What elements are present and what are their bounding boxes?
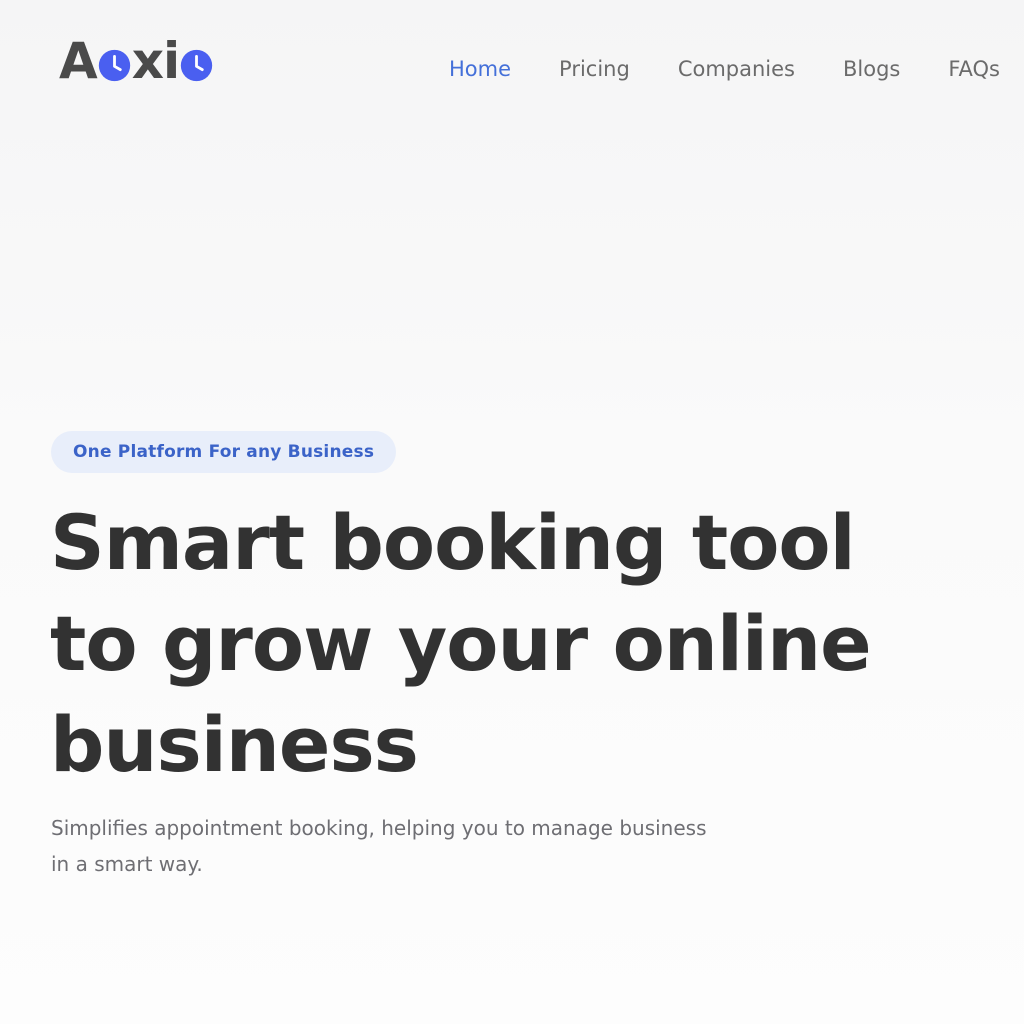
main-nav: Home Pricing Companies Blogs FAQs	[449, 55, 1000, 83]
nav-link-home[interactable]: Home	[449, 55, 511, 83]
nav-link-blogs[interactable]: Blogs	[843, 55, 900, 83]
brand-logo[interactable]: A x i	[59, 35, 214, 87]
nav-link-faqs[interactable]: FAQs	[948, 55, 1000, 83]
logo-letter-x: x	[131, 32, 164, 90]
hero-subtitle-line: in a smart way.	[51, 852, 203, 876]
logo-letter-a: A	[59, 32, 98, 90]
hero-title: Smart booking tool to grow your online b…	[50, 492, 910, 795]
site-header: A x i Home Pricing Companies Blogs FAQs	[0, 0, 1024, 130]
clock-icon	[98, 49, 131, 82]
nav-link-companies[interactable]: Companies	[678, 55, 795, 83]
badge-label: One Platform For any Business	[73, 442, 375, 462]
clock-icon	[180, 49, 213, 82]
hero-title-line: business	[50, 700, 419, 789]
logo-letter-i: i	[162, 32, 180, 90]
hero-subtitle-line: Simplifies appointment booking, helping …	[51, 816, 707, 840]
platform-badge: One Platform For any Business	[51, 431, 397, 473]
hero-subtitle: Simplifies appointment booking, helping …	[51, 810, 791, 882]
hero-title-line: Smart booking tool	[50, 498, 856, 587]
nav-link-pricing[interactable]: Pricing	[559, 55, 630, 83]
hero-title-line: to grow your online	[50, 599, 872, 688]
